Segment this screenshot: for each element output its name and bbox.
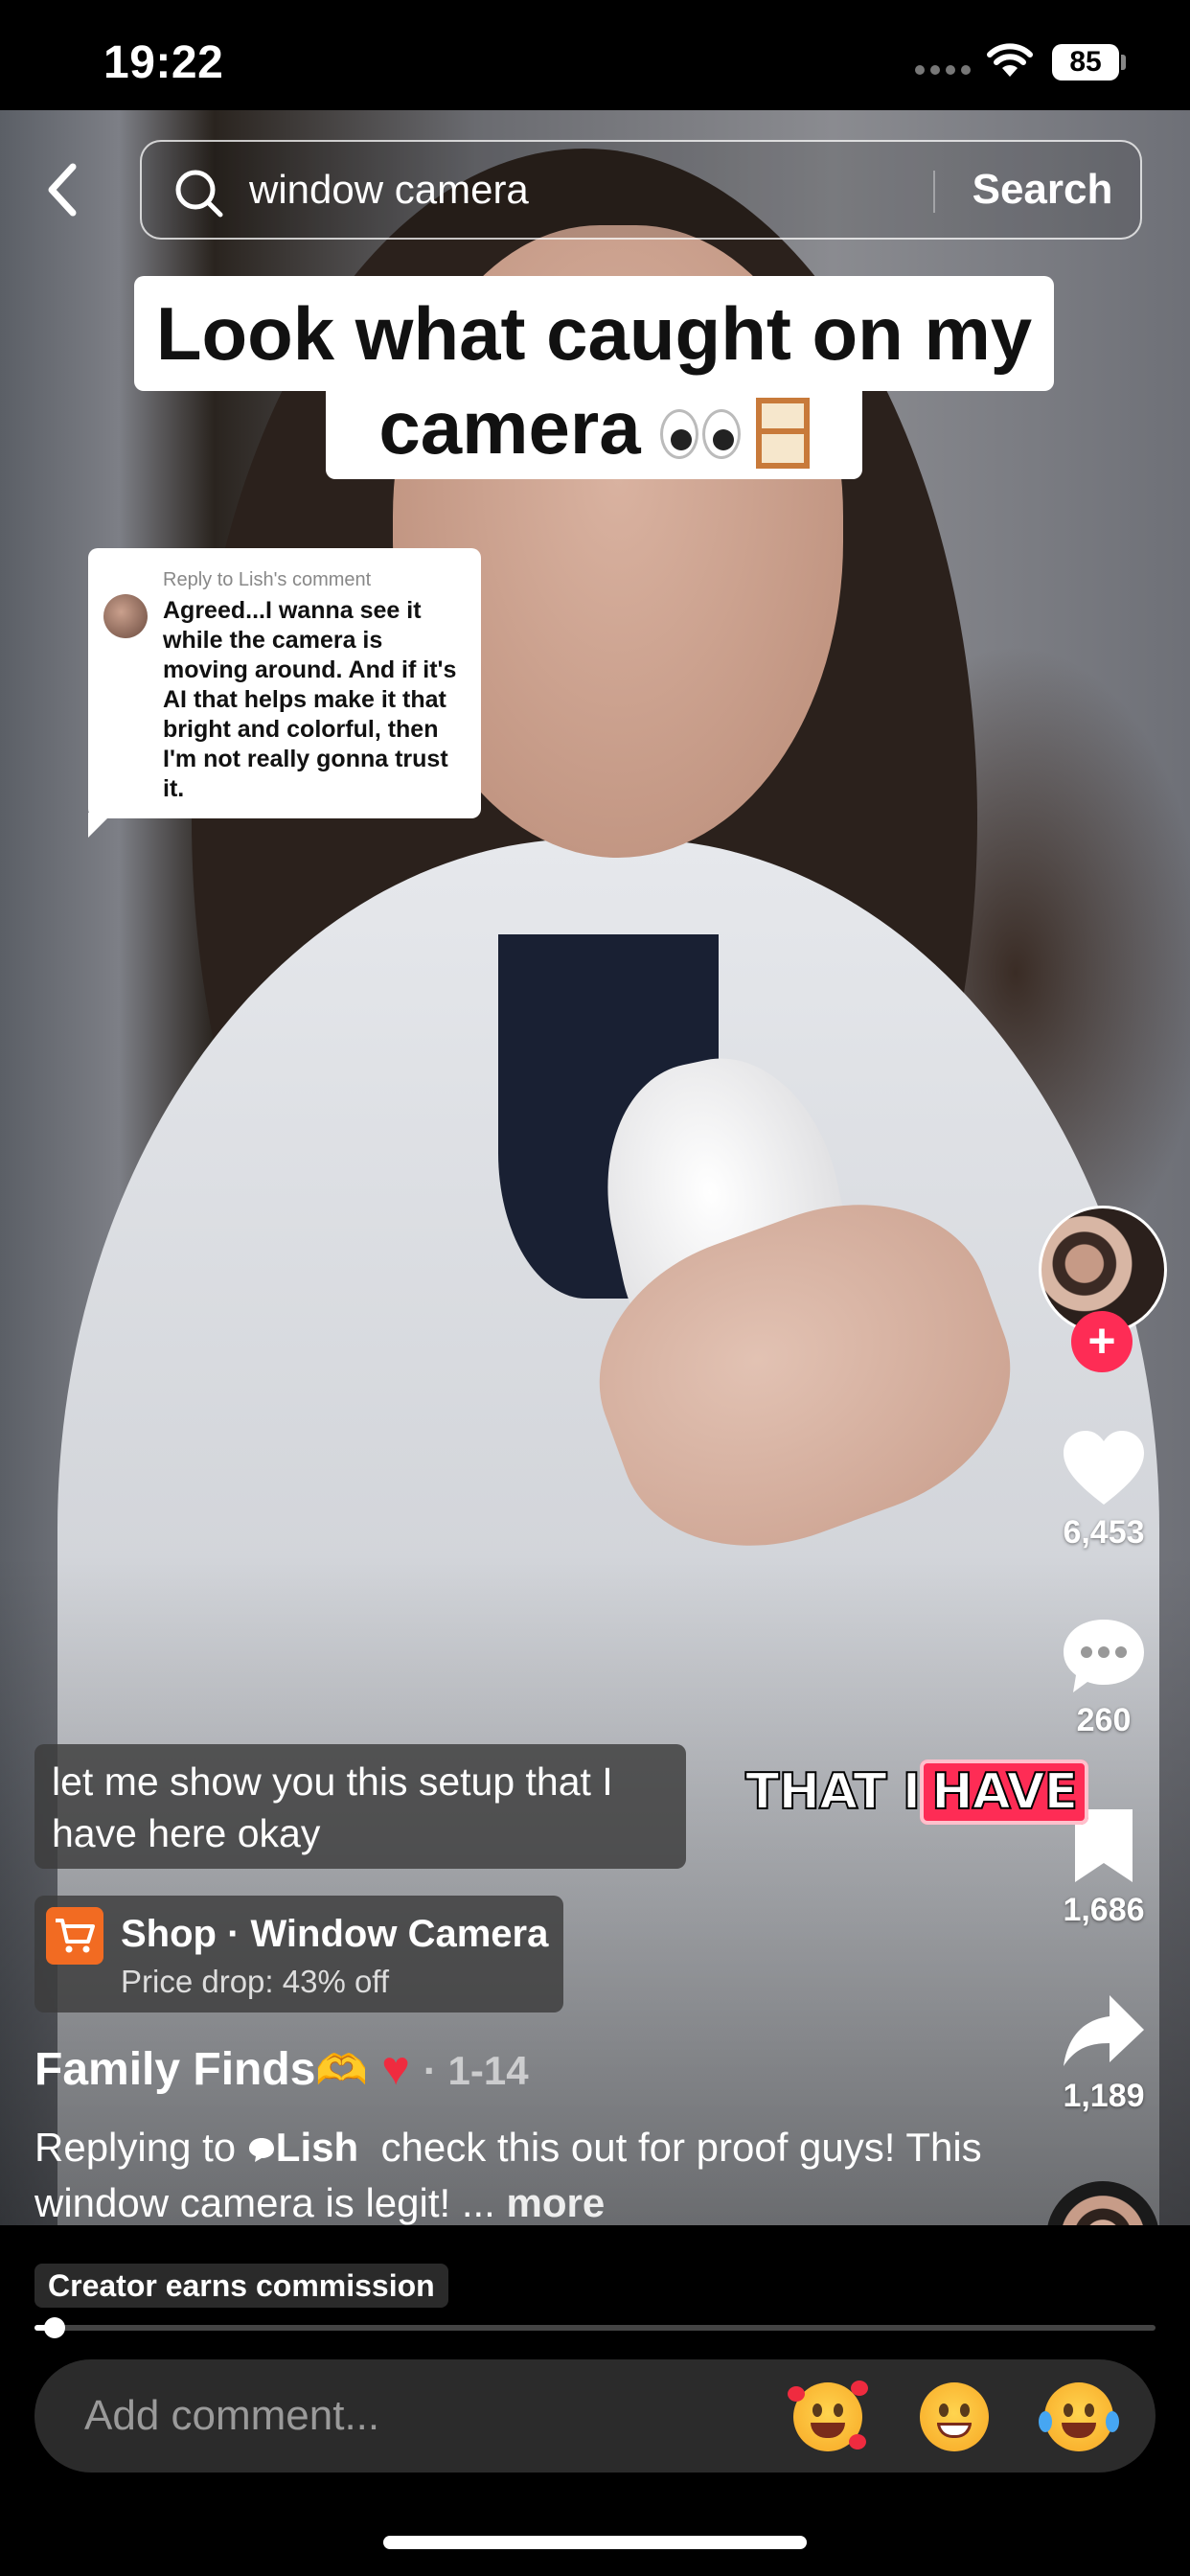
- heart-icon: [1064, 1431, 1144, 1505]
- back-button[interactable]: [38, 156, 86, 223]
- search-icon: [175, 170, 223, 218]
- burned-in-caption: THAT I HAVE: [744, 1760, 1089, 1825]
- tears-of-joy-emoji-icon[interactable]: [1039, 2382, 1119, 2451]
- shop-title: Shop · Window Camera: [121, 1913, 549, 1955]
- follow-button[interactable]: +: [1071, 1311, 1133, 1372]
- comment-bubble-icon: [248, 2138, 274, 2162]
- chevron-left-icon: [48, 163, 77, 217]
- commenter-avatar: [103, 594, 148, 638]
- reply-label: Reply to Lish's comment: [163, 569, 372, 590]
- overlay-title-line-1: Look what caught on my: [134, 276, 1054, 391]
- signal-icon: [915, 65, 971, 75]
- grinning-emoji-icon[interactable]: [920, 2382, 989, 2451]
- shopping-cart-icon: [46, 1907, 103, 1965]
- video-progress-bar[interactable]: [34, 2317, 1156, 2338]
- eyes-emoji-icon: [658, 387, 743, 479]
- post-description[interactable]: Replying to Lish check this out for proo…: [34, 2120, 993, 2231]
- smiling-hearts-emoji-icon[interactable]: [788, 2380, 868, 2451]
- status-time: 19:22: [103, 37, 224, 88]
- comment-icon: [1064, 1620, 1144, 1692]
- shop-product-card[interactable]: Shop · Window Camera Price drop: 43% off: [34, 1896, 563, 2012]
- share-count: 1,189: [1063, 2078, 1145, 2114]
- mention-link[interactable]: Lish: [247, 2125, 358, 2170]
- wifi-icon: [987, 43, 1033, 77]
- home-indicator: [383, 2536, 807, 2549]
- heart-hands-emoji-icon: 🫶: [315, 2047, 369, 2094]
- mention-name: Lish: [275, 2125, 359, 2170]
- comment-input[interactable]: Add comment...: [34, 2359, 1156, 2472]
- share-button[interactable]: 1,189: [1044, 1991, 1163, 2115]
- comment-placeholder[interactable]: Add comment...: [84, 2390, 379, 2442]
- creator-name[interactable]: Family Finds: [34, 2044, 315, 2095]
- progress-knob[interactable]: [44, 2317, 66, 2338]
- battery-icon: 85: [1052, 44, 1119, 80]
- overlay-title-line-2: camera: [326, 381, 862, 479]
- post-date: · 1-14: [423, 2048, 529, 2093]
- like-count: 6,453: [1063, 1514, 1145, 1551]
- creator-name-row[interactable]: Family Finds🫶 ♥ · 1-14: [34, 2034, 529, 2105]
- spoken-subtitle: let me show you this setup that I have h…: [34, 1744, 686, 1869]
- battery-tip: [1121, 55, 1126, 70]
- save-count: 1,686: [1063, 1892, 1145, 1928]
- like-button[interactable]: 6,453: [1044, 1428, 1163, 1552]
- search-input[interactable]: window camera: [249, 163, 529, 217]
- comment-count: 260: [1076, 1702, 1132, 1738]
- search-button[interactable]: Search: [947, 163, 1138, 217]
- commission-badge: Creator earns commission: [34, 2264, 448, 2308]
- comment-button[interactable]: 260: [1044, 1616, 1163, 1739]
- reply-comment-sticker[interactable]: Reply to Lish's comment Agreed...I wanna…: [88, 548, 481, 818]
- status-bar: 19:22 85: [0, 0, 1190, 110]
- search-divider: [933, 171, 935, 213]
- red-heart-emoji-icon: ♥: [381, 2041, 410, 2095]
- caption-word-1: THAT I: [744, 1762, 922, 1822]
- reply-text: Agreed...I wanna see it while the camera…: [163, 597, 457, 802]
- overlay-title-text: camera: [378, 385, 641, 470]
- search-bar[interactable]: window camera Search: [140, 140, 1142, 240]
- reply-sticker-tail: [88, 813, 113, 838]
- shop-discount: Price drop: 43% off: [121, 1964, 390, 1999]
- reply-prefix: Replying to: [34, 2125, 237, 2170]
- caption-word-highlight: HAVE: [920, 1760, 1089, 1825]
- more-link[interactable]: more: [507, 2180, 606, 2225]
- share-arrow-icon: [1064, 1995, 1144, 2066]
- window-emoji-icon: [755, 398, 810, 470]
